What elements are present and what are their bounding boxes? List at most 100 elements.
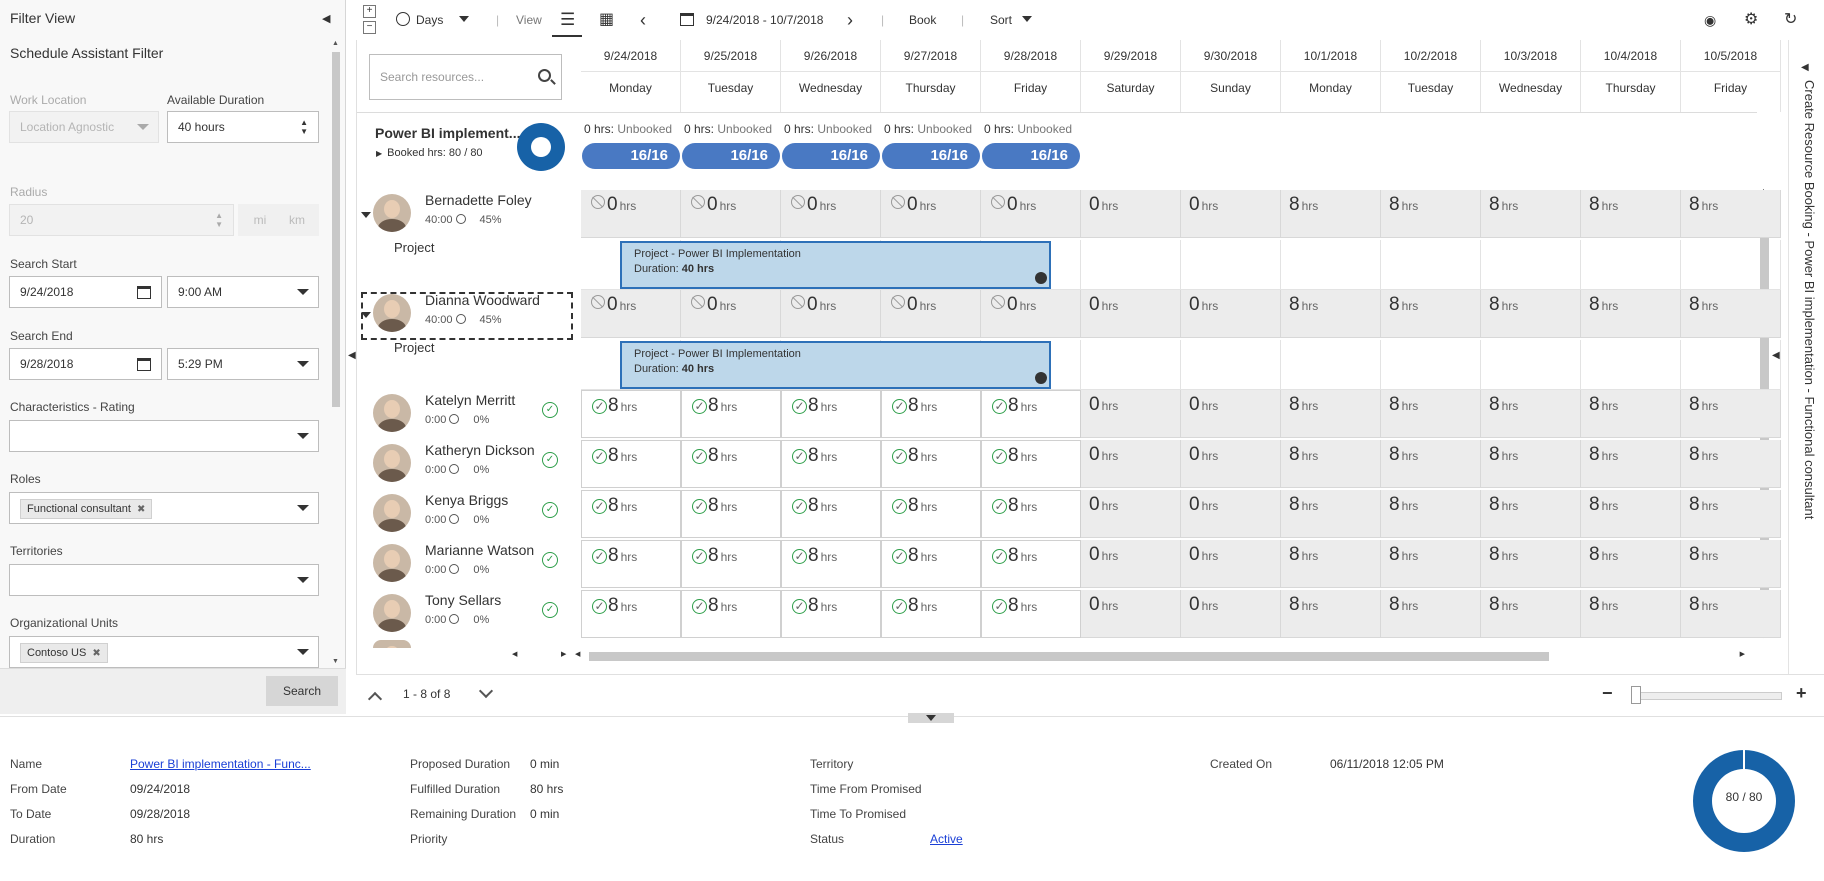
scroll-up-icon[interactable]: ▲ — [332, 40, 339, 47]
availability-cell[interactable]: 8 hrs — [1281, 390, 1381, 438]
availability-cell[interactable]: 0 hrs — [1081, 540, 1181, 588]
availability-cell[interactable]: 0 hrs — [1081, 490, 1181, 538]
collapse-all-icon[interactable]: − — [363, 21, 376, 34]
availability-cell[interactable]: ✓ 8 hrs — [981, 590, 1081, 638]
project-cell[interactable] — [1681, 340, 1781, 390]
availability-cell[interactable]: ✓ 8 hrs — [981, 490, 1081, 538]
availability-cell[interactable]: 0 hrs — [1181, 290, 1281, 338]
status-link[interactable]: Active — [930, 832, 963, 846]
availability-cell[interactable]: 8 hrs — [1681, 390, 1781, 438]
project-cell[interactable] — [1181, 240, 1281, 290]
expand-left-icon[interactable]: ◀ — [348, 350, 356, 361]
availability-cell[interactable]: ✓ 8 hrs — [681, 540, 781, 588]
availability-cell[interactable]: 8 hrs — [1681, 590, 1781, 638]
availability-cell[interactable]: 8 hrs — [1481, 590, 1581, 638]
name-link[interactable]: Power BI implementation - Func... — [130, 757, 311, 771]
project-cell[interactable] — [1081, 340, 1181, 390]
availability-cell[interactable]: 8 hrs — [1681, 290, 1781, 338]
availability-cell[interactable]: 8 hrs — [1581, 590, 1681, 638]
scroll-left-icon[interactable]: ◀ — [575, 650, 580, 658]
project-cell[interactable] — [1281, 240, 1381, 290]
availability-cell[interactable]: 8 hrs — [1481, 540, 1581, 588]
availability-cell[interactable]: ✓ 8 hrs — [781, 540, 881, 588]
characteristics-select[interactable] — [9, 420, 319, 452]
availability-cell[interactable]: 8 hrs — [1381, 290, 1481, 338]
availability-cell[interactable]: 8 hrs — [1381, 490, 1481, 538]
sort-dropdown[interactable]: Sort — [990, 0, 1033, 40]
project-cell[interactable] — [1281, 340, 1381, 390]
toggle-details-icon[interactable] — [908, 713, 954, 723]
availability-cell[interactable]: ✓ 8 hrs — [981, 390, 1081, 438]
availability-cell[interactable]: ✓ 8 hrs — [581, 540, 681, 588]
availability-cell[interactable]: ✓ 8 hrs — [881, 540, 981, 588]
availability-cell[interactable]: ✓ 8 hrs — [981, 540, 1081, 588]
project-cell[interactable] — [1381, 340, 1481, 390]
eye-icon[interactable]: ◉ — [1704, 0, 1716, 40]
availability-cell[interactable]: ✓ 8 hrs — [881, 490, 981, 538]
availability-cell[interactable]: 0 hrs — [1181, 590, 1281, 638]
availability-cell[interactable]: 8 hrs — [1581, 540, 1681, 588]
expand-right-icon[interactable]: ◀ — [1772, 350, 1780, 361]
available-duration-field[interactable]: 40 hours ▲ ▼ — [167, 111, 319, 143]
availability-cell[interactable]: 8 hrs — [1681, 540, 1781, 588]
zoom-in-icon[interactable]: + — [1796, 683, 1807, 704]
availability-cell[interactable]: 0 hrs — [1081, 590, 1181, 638]
availability-cell[interactable]: ✓ 8 hrs — [581, 390, 681, 438]
resize-handle-icon[interactable] — [1035, 272, 1047, 284]
table-view-icon[interactable]: ▦ — [599, 0, 614, 40]
availability-cell[interactable]: 0 hrs — [981, 290, 1081, 338]
search-icon[interactable] — [538, 69, 551, 82]
availability-cell[interactable]: ✓ 8 hrs — [581, 490, 681, 538]
availability-cell[interactable]: ✓ 8 hrs — [781, 390, 881, 438]
filter-scrollbar[interactable]: ▲ ▼ — [331, 40, 341, 665]
expand-side-panel-icon[interactable]: ◀ — [1801, 62, 1809, 73]
availability-cell[interactable]: 8 hrs — [1581, 440, 1681, 488]
scroll-left-icon[interactable]: ◀ — [512, 650, 517, 658]
availability-cell[interactable]: 8 hrs — [1381, 590, 1481, 638]
requirement-name[interactable]: Power BI implement... — [375, 125, 525, 141]
availability-cell[interactable]: 0 hrs — [881, 190, 981, 238]
availability-cell[interactable]: 0 hrs — [1081, 390, 1181, 438]
booking-block[interactable]: Project - Power BI Implementation Duratio… — [620, 241, 1051, 289]
territories-select[interactable] — [9, 564, 319, 596]
previous-icon[interactable]: ‹ — [640, 0, 646, 40]
project-cell[interactable] — [1581, 240, 1681, 290]
availability-cell[interactable]: ✓ 8 hrs — [681, 390, 781, 438]
availability-cell[interactable]: 8 hrs — [1681, 440, 1781, 488]
availability-cell[interactable]: 0 hrs — [1081, 190, 1181, 238]
availability-cell[interactable]: 8 hrs — [1481, 190, 1581, 238]
project-cell[interactable] — [1681, 240, 1781, 290]
expand-all-icon[interactable]: + — [363, 5, 376, 18]
availability-cell[interactable]: 8 hrs — [1381, 390, 1481, 438]
book-button[interactable]: Book — [909, 0, 936, 40]
days-dropdown[interactable]: Days — [396, 0, 470, 40]
availability-cell[interactable]: 8 hrs — [1281, 190, 1381, 238]
availability-cell[interactable]: 0 hrs — [581, 290, 681, 338]
calendar-icon[interactable] — [137, 358, 151, 371]
availability-cell[interactable]: 8 hrs — [1281, 290, 1381, 338]
availability-cell[interactable]: 0 hrs — [681, 190, 781, 238]
availability-cell[interactable]: 0 hrs — [1181, 440, 1281, 488]
availability-cell[interactable]: 8 hrs — [1581, 390, 1681, 438]
availability-cell[interactable]: 8 hrs — [1481, 290, 1581, 338]
roles-select[interactable]: Functional consultant ✖ — [9, 492, 319, 524]
availability-cell[interactable]: 0 hrs — [1081, 440, 1181, 488]
scroll-right-icon[interactable]: ▶ — [561, 650, 566, 658]
availability-cell[interactable]: 8 hrs — [1681, 190, 1781, 238]
availability-cell[interactable]: ✓ 8 hrs — [881, 390, 981, 438]
availability-cell[interactable]: ✓ 8 hrs — [681, 490, 781, 538]
project-cell[interactable] — [1481, 240, 1581, 290]
expand-resource-icon[interactable] — [361, 312, 371, 318]
search-start-date-field[interactable]: 9/24/2018 — [9, 276, 162, 308]
availability-cell[interactable]: 8 hrs — [1281, 590, 1381, 638]
availability-cell[interactable]: ✓ 8 hrs — [781, 590, 881, 638]
availability-cell[interactable]: ✓ 8 hrs — [581, 590, 681, 638]
spinner-icon[interactable]: ▲ ▼ — [300, 118, 308, 136]
availability-cell[interactable]: 8 hrs — [1581, 490, 1681, 538]
scroll-right-icon[interactable]: ▶ — [1740, 650, 1745, 658]
availability-cell[interactable]: 0 hrs — [1181, 540, 1281, 588]
grid-horizontal-scrollbar[interactable]: ◀ ▶ — [575, 650, 1745, 662]
project-cell[interactable] — [1081, 240, 1181, 290]
availability-cell[interactable]: 8 hrs — [1381, 540, 1481, 588]
search-button[interactable]: Search — [266, 676, 338, 706]
